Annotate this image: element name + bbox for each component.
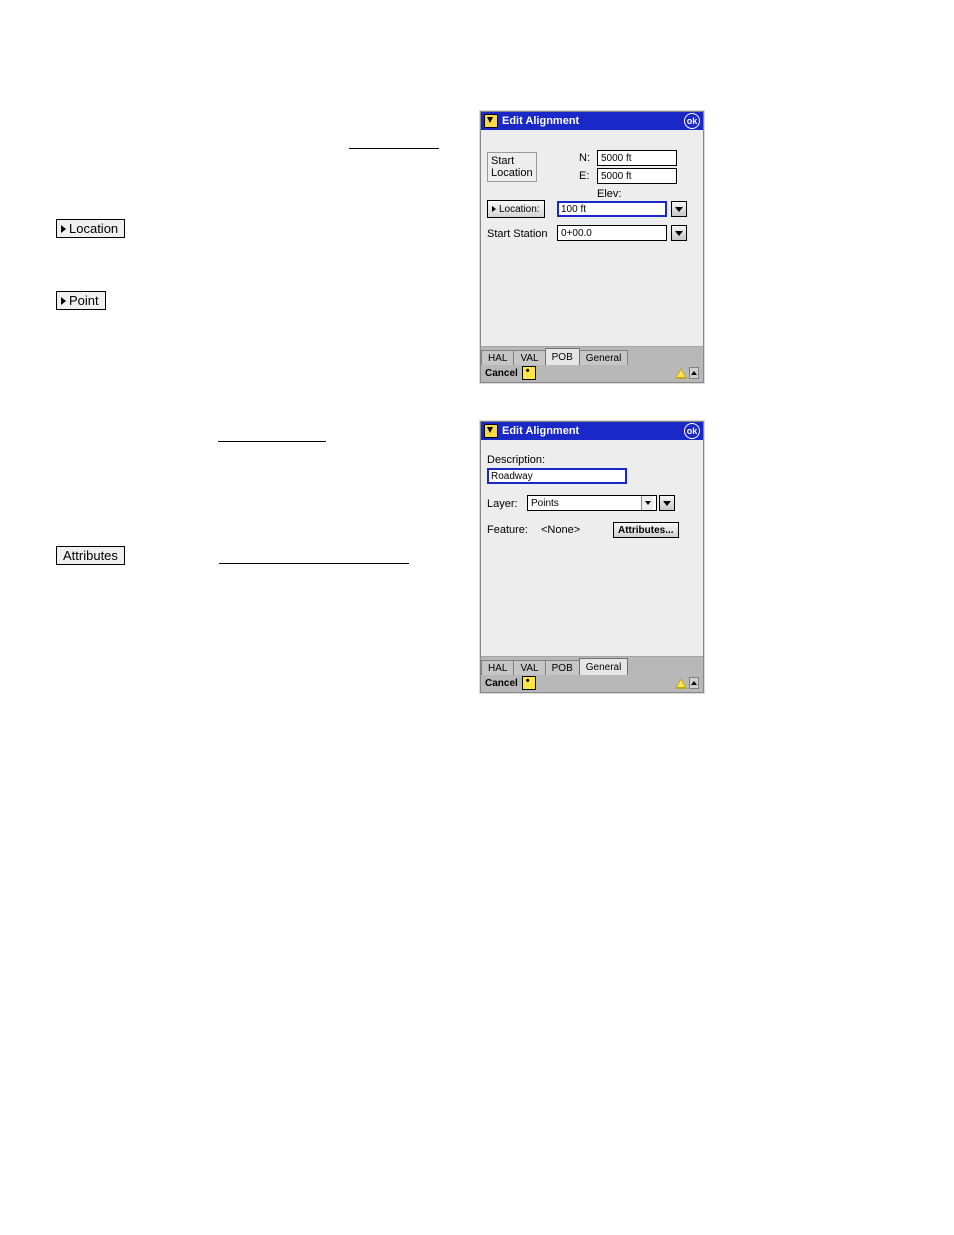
start-label: Start [491, 155, 514, 167]
tab-pob[interactable]: POB [545, 660, 580, 675]
tab-general[interactable]: General [579, 350, 629, 365]
description-input[interactable]: Roadway [487, 468, 627, 484]
up-arrow-icon[interactable] [689, 367, 699, 379]
attributes-button[interactable]: Attributes [56, 546, 125, 565]
app-icon [484, 114, 498, 128]
button-label: Attributes [63, 549, 118, 562]
up-arrow-icon[interactable] [689, 677, 699, 689]
keyboard-icon[interactable] [522, 366, 536, 380]
e-input[interactable]: 5000 ft [597, 168, 677, 184]
e-label: E: [579, 170, 589, 182]
right-arrow-icon [61, 297, 66, 305]
tab-val[interactable]: VAL [513, 660, 545, 675]
tab-hal[interactable]: HAL [481, 660, 514, 675]
chevron-down-icon [641, 496, 653, 510]
start-station-dropdown[interactable] [671, 225, 687, 241]
right-arrow-icon [61, 225, 66, 233]
tab-hal[interactable]: HAL [481, 350, 514, 365]
attributes-button[interactable]: Attributes... [613, 522, 679, 538]
right-arrow-icon [492, 206, 496, 212]
feature-label: Feature: [487, 524, 528, 536]
window-title: Edit Alignment [502, 115, 579, 127]
status-bar: Cancel [481, 364, 703, 382]
titlebar: Edit Alignment ok [481, 112, 703, 130]
status-bar: Cancel [481, 674, 703, 692]
cancel-button[interactable]: Cancel [485, 678, 518, 689]
tab-val[interactable]: VAL [513, 350, 545, 365]
elev-label: Elev: [597, 188, 621, 200]
app-icon [484, 424, 498, 438]
tab-strip: HAL VAL POB General [481, 656, 703, 674]
n-label: N: [579, 152, 590, 164]
description-label: Description: [487, 454, 545, 466]
titlebar: Edit Alignment ok [481, 422, 703, 440]
button-label: Location [69, 222, 118, 235]
button-label: Point [69, 294, 99, 307]
warning-icon[interactable] [675, 368, 687, 379]
window-title: Edit Alignment [502, 425, 579, 437]
edit-alignment-window-general: Edit Alignment ok Description: Roadway L… [480, 421, 704, 693]
feature-value: <None> [541, 524, 580, 536]
start-station-input[interactable]: 0+00.0 [557, 225, 667, 241]
point-button[interactable]: Point [56, 291, 106, 310]
ok-button[interactable]: ok [684, 113, 700, 129]
ok-button[interactable]: ok [684, 423, 700, 439]
edit-alignment-window-pob: Edit Alignment ok Start Location N: 5000… [480, 111, 704, 383]
elev-dropdown[interactable] [671, 201, 687, 217]
elev-input[interactable]: 100 ft [557, 201, 667, 217]
location-button[interactable]: Location [56, 219, 125, 238]
layer-label: Layer: [487, 498, 518, 510]
cancel-button[interactable]: Cancel [485, 368, 518, 379]
warning-icon[interactable] [675, 678, 687, 689]
layer-select[interactable]: Points [527, 495, 657, 511]
keyboard-icon[interactable] [522, 676, 536, 690]
layer-dropdown[interactable] [659, 495, 675, 511]
tab-pob[interactable]: POB [545, 348, 580, 365]
location-dropdown-button[interactable]: Location: [487, 200, 545, 218]
n-input[interactable]: 5000 ft [597, 150, 677, 166]
tab-general[interactable]: General [579, 658, 629, 675]
start-station-label: Start Station [487, 228, 548, 240]
location-label: Location [491, 167, 533, 179]
tab-strip: HAL VAL POB General [481, 346, 703, 364]
